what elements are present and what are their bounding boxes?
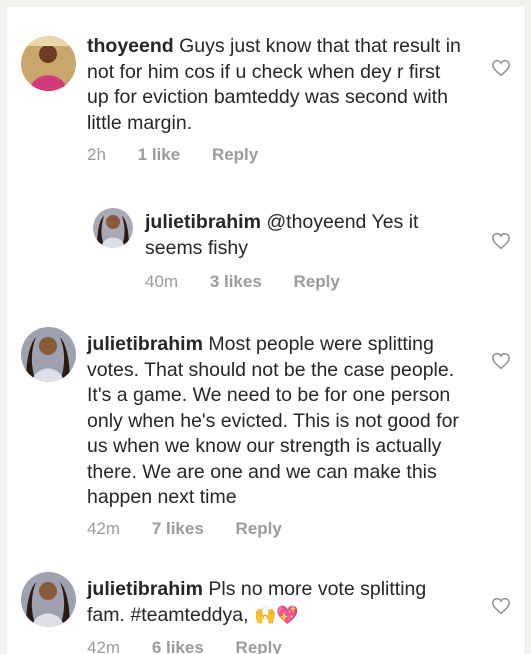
comment-meta: 40m 3 likes Reply (145, 272, 367, 292)
comment-body: julietibrahim Most people were splitting… (87, 332, 475, 511)
heart-outline-icon[interactable] (491, 352, 511, 370)
avatar[interactable] (93, 208, 133, 248)
likes-count[interactable]: 3 likes (210, 272, 262, 291)
comment-username[interactable]: julietibrahim (87, 578, 203, 600)
comments-panel: thoyeend Guys just know that that result… (7, 7, 524, 654)
comment-body: julietibrahim Pls no more vote splitting… (87, 577, 467, 628)
reply-button[interactable]: Reply (236, 638, 282, 654)
comment-meta: 42m 7 likes Reply (87, 519, 309, 539)
likes-count[interactable]: 6 likes (152, 638, 204, 654)
comment-julietibrahim: julietibrahim Pls no more vote splitting… (7, 562, 524, 654)
reply-button[interactable]: Reply (236, 519, 282, 538)
comment-username[interactable]: julietibrahim (87, 333, 203, 355)
comment-time: 2h (87, 145, 106, 164)
reply-button[interactable]: Reply (294, 272, 340, 291)
heart-outline-icon[interactable] (491, 232, 511, 250)
comment-mention[interactable]: @thoyeend (266, 211, 366, 233)
comment-time: 42m (87, 638, 121, 654)
comment-julietibrahim: julietibrahim Most people were splitting… (7, 317, 524, 547)
comment-time: 40m (145, 272, 179, 291)
avatar[interactable] (21, 572, 76, 627)
comment-body: julietibrahim @thoyeend Yes it seems fis… (145, 210, 460, 261)
comment-hashtag[interactable]: #teamteddya, (130, 604, 248, 626)
comment-emoji: 🙌💖 (253, 604, 299, 625)
avatar[interactable] (21, 327, 76, 382)
comment-thoyeend: thoyeend Guys just know that that result… (7, 7, 524, 187)
likes-count[interactable]: 7 likes (152, 519, 204, 538)
comment-body: thoyeend Guys just know that that result… (87, 34, 467, 136)
likes-count[interactable]: 1 like (138, 145, 181, 164)
avatar[interactable] (21, 36, 76, 91)
comment-username[interactable]: thoyeend (87, 35, 174, 57)
reply-comment-julietibrahim: julietibrahim @thoyeend Yes it seems fis… (7, 197, 524, 307)
heart-outline-icon[interactable] (491, 597, 511, 615)
comment-text: Most people were splitting votes. That s… (87, 333, 459, 508)
heart-outline-icon[interactable] (491, 59, 511, 77)
comment-time: 42m (87, 519, 121, 538)
comment-meta: 42m 6 likes Reply (87, 638, 309, 654)
comment-meta: 2h 1 like Reply (87, 145, 285, 165)
reply-button[interactable]: Reply (212, 145, 258, 164)
comment-username[interactable]: julietibrahim (145, 211, 261, 233)
